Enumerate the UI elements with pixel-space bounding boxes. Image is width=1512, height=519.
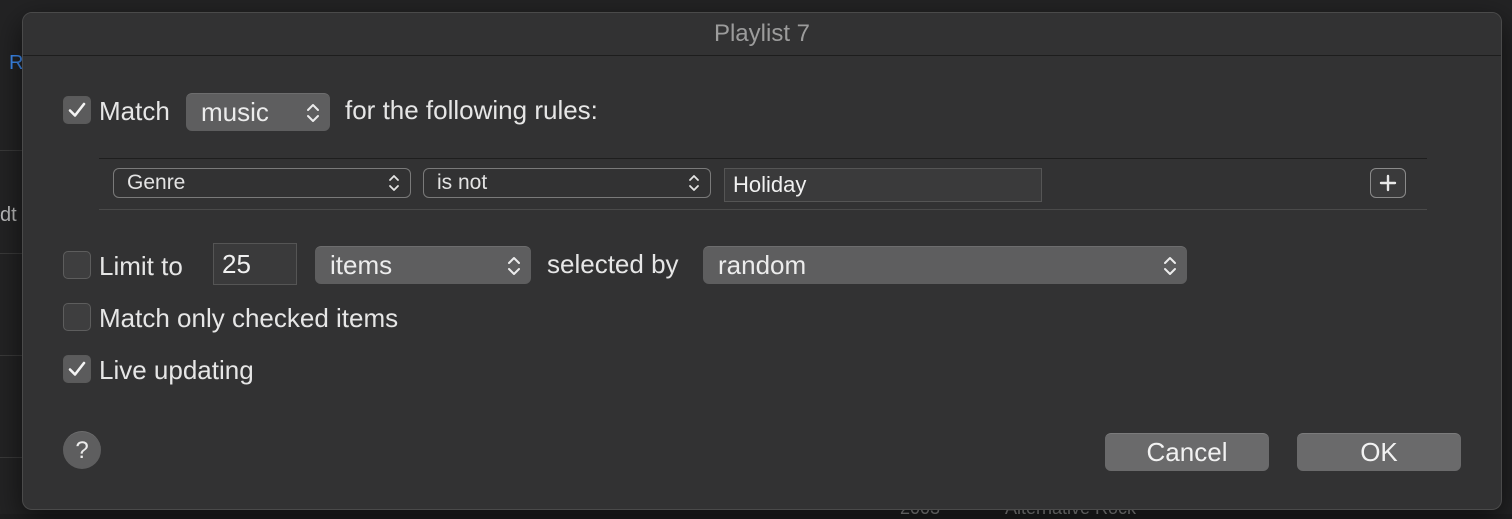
up-down-chevron-icon: [689, 175, 699, 191]
add-rule-button[interactable]: [1370, 168, 1406, 198]
limit-checkbox[interactable]: [63, 251, 91, 279]
up-down-chevron-icon: [307, 103, 319, 122]
ok-button-label: OK: [1360, 437, 1398, 467]
ok-button[interactable]: OK: [1297, 433, 1461, 471]
cancel-button-label: Cancel: [1146, 437, 1228, 467]
media-kind-popup[interactable]: music: [186, 93, 330, 131]
up-down-chevron-icon: [508, 256, 520, 275]
cancel-button[interactable]: Cancel: [1105, 433, 1269, 471]
rule-operator-value: is not: [437, 171, 488, 194]
background-text-fragment: dt: [0, 204, 17, 226]
match-checkbox[interactable]: [63, 96, 91, 124]
help-button[interactable]: ?: [63, 431, 101, 469]
up-down-chevron-icon: [389, 175, 399, 191]
rule-field-popup[interactable]: Genre: [113, 168, 411, 198]
rule-field-value: Genre: [127, 171, 186, 194]
dialog-titlebar[interactable]: Playlist 7: [23, 13, 1501, 56]
plus-icon: [1379, 174, 1397, 192]
limit-unit-value: items: [330, 250, 393, 280]
selected-by-popup[interactable]: random: [703, 246, 1187, 284]
match-checked-only-checkbox[interactable]: [63, 303, 91, 331]
checkmark-icon: [68, 361, 86, 376]
limit-count-value: 25: [222, 248, 251, 279]
rule-value-field[interactable]: Holiday: [724, 168, 1042, 202]
selected-by-label: selected by: [547, 249, 679, 279]
rule-value-text: Holiday: [733, 172, 807, 197]
rules-bottom-divider: [99, 209, 1427, 210]
dialog-title: Playlist 7: [713, 20, 811, 47]
checkmark-icon: [68, 102, 86, 117]
live-updating-checkbox[interactable]: [63, 355, 91, 383]
help-icon: ?: [75, 436, 89, 464]
smart-playlist-dialog: Playlist 7 Match music for the following…: [22, 12, 1502, 510]
selected-by-value: random: [718, 250, 807, 280]
live-updating-label: Live updating: [99, 355, 254, 385]
match-checked-only-label: Match only checked items: [99, 303, 399, 333]
rules-top-divider: [99, 158, 1427, 159]
match-label: Match: [99, 96, 170, 126]
match-rules-suffix: for the following rules:: [345, 95, 598, 125]
up-down-chevron-icon: [1164, 256, 1176, 275]
rule-operator-popup[interactable]: is not: [423, 168, 711, 198]
limit-count-field[interactable]: 25: [213, 243, 297, 285]
media-kind-value: music: [201, 97, 269, 127]
limit-label: Limit to: [99, 251, 183, 281]
limit-unit-popup[interactable]: items: [315, 246, 531, 284]
